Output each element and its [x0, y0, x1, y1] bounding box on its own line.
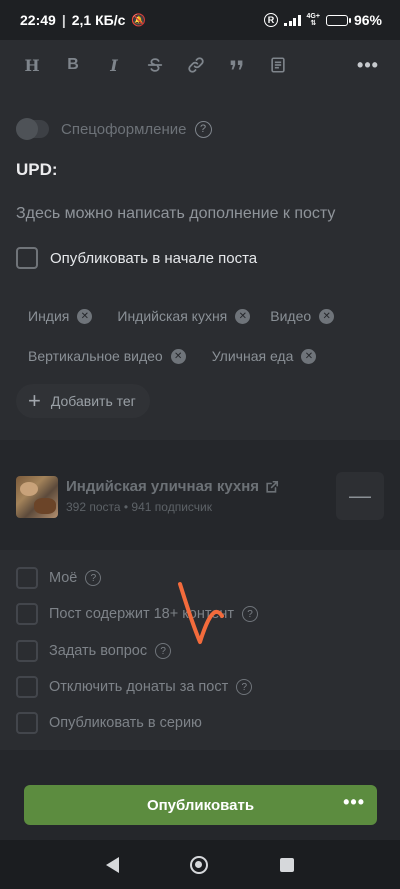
back-icon[interactable] [105, 856, 119, 873]
add-tag-label: Добавить тег [50, 393, 136, 409]
toolbar-more-button[interactable]: ••• [352, 49, 384, 81]
publish-more-button[interactable]: ••• [343, 792, 365, 813]
tag-item: Уличная еда ✕ [204, 348, 317, 364]
home-icon[interactable] [190, 855, 209, 874]
option-checkbox[interactable] [16, 567, 38, 589]
collapse-button[interactable]: — [336, 472, 384, 520]
italic-icon: I [110, 55, 118, 75]
tag-item: Индия ✕ [16, 308, 93, 324]
link-icon [188, 57, 204, 73]
special-format-row: Спецоформление ? [16, 118, 212, 140]
strikethrough-icon [147, 58, 163, 72]
minus-icon: — [349, 483, 371, 508]
option-label: Опубликовать в серию [49, 715, 202, 731]
heading-icon: H [24, 55, 40, 75]
link-button[interactable] [180, 49, 212, 81]
option-label: Отключить донаты за пост [49, 679, 229, 695]
tag-label: Видео [270, 308, 312, 324]
help-icon[interactable]: ? [155, 643, 172, 659]
publish-at-start-label: Опубликовать в начале поста [50, 249, 258, 267]
option-checkbox[interactable] [16, 712, 38, 734]
option-checkbox[interactable] [16, 640, 38, 662]
checkmark-annotation [178, 582, 224, 644]
add-tag-button[interactable]: + Добавить тег [16, 384, 150, 418]
remove-tag-icon[interactable]: ✕ [170, 348, 186, 364]
special-format-label: Спецоформление [61, 120, 187, 138]
bold-icon: B [67, 56, 79, 73]
tag-item: Индийская кухня ✕ [110, 308, 251, 324]
more-icon: ••• [357, 54, 379, 75]
mute-icon: 🔕 [131, 13, 147, 27]
editor-block: Спецоформление ? UPD: Здесь можно написа… [0, 90, 400, 440]
remove-tag-icon[interactable]: ✕ [319, 308, 335, 324]
community-name: Индийская уличная кухня [66, 478, 260, 495]
option-row-mine[interactable]: Моё ? [16, 567, 102, 589]
help-icon[interactable]: ? [194, 120, 212, 138]
publish-bar: Опубликовать ••• [0, 750, 400, 840]
network-label: 4G+ [306, 13, 320, 20]
text-block-icon [271, 57, 285, 73]
community-avatar[interactable] [16, 476, 58, 518]
tag-label: Уличная еда [211, 348, 294, 364]
heading-button[interactable]: H [16, 49, 48, 81]
recent-apps-icon[interactable] [280, 857, 295, 872]
battery-percent: 96% [353, 12, 382, 28]
community-block: Индийская уличная кухня 392 поста • 941 … [0, 440, 400, 550]
tag-label: Вертикальное видео [28, 348, 163, 364]
bold-button[interactable]: B [57, 49, 89, 81]
option-row-series[interactable]: Опубликовать в серию [16, 712, 202, 734]
addon-text-field[interactable]: Здесь можно написать дополнение к посту [16, 205, 335, 223]
remove-tag-icon[interactable]: ✕ [77, 308, 93, 324]
upd-heading[interactable]: UPD: [16, 160, 58, 180]
signal-icon [284, 14, 301, 26]
option-label: Задать вопрос [49, 643, 148, 659]
community-title[interactable]: Индийская уличная кухня [66, 478, 279, 495]
remove-tag-icon[interactable]: ✕ [301, 348, 317, 364]
help-icon[interactable]: ? [85, 570, 102, 586]
special-format-toggle[interactable] [16, 118, 49, 140]
strikethrough-button[interactable] [139, 49, 171, 81]
plus-icon: + [28, 388, 41, 413]
status-bar: 22:49 | 2,1 КБ/с 🔕 R 4G+ ⇅ 96% [0, 0, 400, 40]
community-meta: 392 поста • 941 подписчик [66, 500, 212, 514]
tag-list: Индия ✕ Индийская кухня ✕ Видео ✕ Вертик… [16, 302, 386, 382]
publish-button[interactable]: Опубликовать ••• [24, 785, 377, 825]
text-block-button[interactable] [262, 49, 294, 81]
roaming-icon: R [264, 13, 279, 27]
tag-item: Вертикальное видео ✕ [16, 348, 186, 364]
external-link-icon [266, 480, 279, 493]
tag-label: Индия [28, 308, 70, 324]
quote-icon [230, 60, 243, 70]
battery-icon [325, 14, 351, 26]
status-time: 22:49 [20, 12, 56, 28]
help-icon[interactable]: ? [236, 679, 253, 695]
system-nav-bar [0, 840, 400, 889]
option-label: Моё [49, 570, 78, 586]
tag-label: Индийская кухня [117, 308, 228, 324]
option-row-donations[interactable]: Отключить донаты за пост ? [16, 676, 253, 698]
option-checkbox[interactable] [16, 603, 38, 625]
remove-tag-icon[interactable]: ✕ [235, 308, 251, 324]
option-row-question[interactable]: Задать вопрос ? [16, 640, 172, 662]
publish-at-start-row[interactable]: Опубликовать в начале поста [16, 247, 257, 269]
status-speed: 2,1 КБ/с [71, 12, 126, 28]
tag-item: Видео ✕ [268, 308, 335, 324]
help-icon[interactable]: ? [242, 606, 259, 622]
publish-at-start-checkbox[interactable] [16, 247, 38, 269]
italic-button[interactable]: I [98, 49, 130, 81]
quote-button[interactable] [221, 49, 253, 81]
publish-label: Опубликовать [146, 796, 255, 814]
network-type-icon: 4G+ ⇅ [306, 13, 320, 27]
option-checkbox[interactable] [16, 676, 38, 698]
formatting-toolbar: H B I ••• [0, 40, 400, 90]
